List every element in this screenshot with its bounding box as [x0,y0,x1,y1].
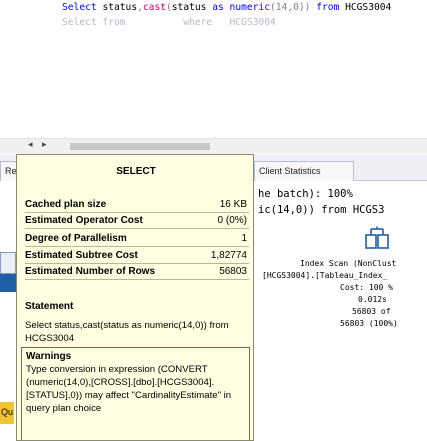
tooltip-row-label: Estimated Number of Rows [25,266,156,277]
scrollbar-thumb[interactable] [70,143,210,150]
index-scan-icon[interactable] [365,226,389,250]
select-operator-icon[interactable] [0,252,16,274]
operator-title: Index Scan (NonClust [300,259,397,268]
tooltip-row-value: 16 KB [219,199,247,210]
warnings-text: Type conversion in expression (CONVERT (… [26,364,232,414]
sql-table: HCGS3004 [345,2,392,13]
plan-operator-tooltip: SELECT Cached plan size 16 KB Estimated … [16,154,254,441]
operator-rows: 56803 of [352,307,391,316]
tooltip-row-label: Estimated Operator Cost [25,215,143,226]
tooltip-row: Estimated Subtree Cost 1,82774 [25,249,249,264]
query-text-line: ic(14,0)) from HCGS3 [258,204,385,216]
tooltip-row-value: 1,82774 [210,250,247,261]
warnings-box: Warnings Type conversion in expression (… [21,347,250,440]
tooltip-row-label: Degree of Parallelism [25,233,127,244]
tooltip-row: Cached plan size 16 KB [25,198,249,213]
tooltip-row-value: 56803 [219,266,247,277]
query-cost-line: he batch): 100% [258,188,353,200]
sql-cast-argument: status [171,2,207,13]
warnings-heading: Warnings [26,351,72,362]
operator-time: 0.012s [358,295,387,304]
plan-node-icon[interactable] [0,274,16,292]
query-editor[interactable]: Select status,cast(status as numeric(14,… [0,0,427,138]
operator-object: [HCGS3004].[Tableau_Index_ [262,271,388,280]
sql-from-keyword: from [316,2,340,13]
sql-as-keyword: as [212,2,224,13]
tooltip-title: SELECT [116,166,156,177]
tooltip-row-label: Estimated Subtree Cost [25,250,138,261]
sql-select-keyword: Select [62,2,97,13]
tooltip-row: Estimated Number of Rows 56803 [25,265,249,280]
tooltip-row-value: 0 (0%) [217,215,247,226]
sql-type-args: (14,0)) [269,2,311,13]
sql-cast-function: cast [142,2,166,13]
operator-cost: Cost: 100 % [340,283,393,292]
scroll-right-icon[interactable]: ▸ [42,140,47,150]
tooltip-row-value: 1 [241,233,247,244]
sql-line-1: Select status,cast(status as numeric(14,… [62,2,392,13]
sql-line-2: Select from where HCGS3004 [62,17,276,28]
tab-client-statistics[interactable]: Client Statistics [254,161,354,181]
statement-text: Select status,cast(status as numeric(14,… [25,320,229,344]
tooltip-row-label: Cached plan size [25,199,107,210]
statement-heading: Statement [25,301,74,312]
sql-type: numeric [229,2,270,13]
tooltip-row: Estimated Operator Cost 0 (0%) [25,214,249,229]
tooltip-row: Degree of Parallelism 1 [25,232,249,247]
query-status-bar: Qu [0,402,14,424]
editor-horizontal-scrollbar[interactable]: ◂ ▸ [0,138,427,154]
operator-rows-total: 56803 (100%) [340,319,398,328]
scroll-left-icon[interactable]: ◂ [28,140,33,150]
sql-column: status [102,2,138,13]
